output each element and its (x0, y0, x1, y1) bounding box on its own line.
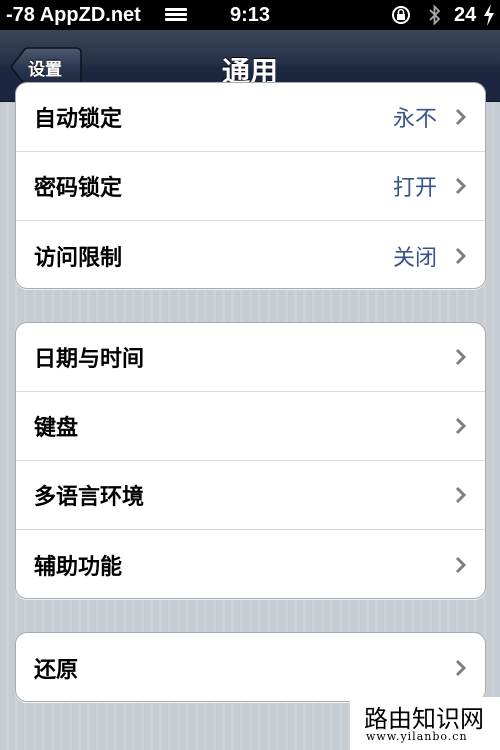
row-label: 日期与时间 (34, 347, 145, 372)
row-value: 打开 (392, 176, 437, 201)
bluetooth-icon (429, 4, 441, 26)
watermark-title: 路由知识网 (364, 705, 484, 733)
list-item-restrictions[interactable]: 访问限制 关闭 (16, 221, 485, 288)
row-label: 还原 (34, 657, 79, 683)
settings-group-reset: 还原 (15, 632, 486, 702)
watermark-url: www.yilanbo.cn (366, 730, 468, 743)
list-item-keyboard[interactable]: 键盘 (16, 392, 485, 461)
list-item-reset[interactable]: 还原 (16, 633, 485, 701)
chevron-right-icon (455, 108, 467, 126)
rotation-lock-icon (392, 6, 410, 24)
list-item-accessibility[interactable]: 辅助功能 (16, 530, 485, 598)
chevron-right-icon (455, 659, 467, 676)
battery-percent: 24 (454, 4, 477, 26)
row-label: 密码锁定 (34, 176, 123, 201)
settings-group-general: 日期与时间 键盘 多语言环境 辅助功能 (15, 322, 486, 599)
watermark: 路由知识网 www.yilanbo.cn (350, 697, 500, 750)
row-label: 多语言环境 (34, 485, 145, 510)
charging-bolt-icon (484, 4, 494, 26)
list-item-date-time[interactable]: 日期与时间 (16, 323, 485, 392)
chevron-right-icon (455, 556, 467, 573)
status-time: 9:13 (229, 4, 271, 26)
chevron-right-icon (455, 177, 467, 195)
row-label: 辅助功能 (34, 554, 123, 580)
list-item-auto-lock[interactable]: 自动锁定 永不 (16, 83, 485, 152)
settings-group-lock: 自动锁定 永不 密码锁定 打开 访问限制 关闭 (15, 82, 486, 289)
list-item-passcode-lock[interactable]: 密码锁定 打开 (16, 152, 485, 221)
row-label: 自动锁定 (34, 107, 123, 132)
row-value: 永不 (392, 107, 437, 132)
row-label: 键盘 (34, 416, 79, 441)
chevron-right-icon (455, 247, 467, 264)
chevron-right-icon (455, 348, 467, 366)
status-bar: -78 AppZD.net 9:13 24 (0, 0, 500, 30)
row-value: 关闭 (392, 245, 437, 271)
chevron-right-icon (455, 486, 467, 504)
row-label: 访问限制 (34, 245, 123, 271)
chevron-right-icon (455, 417, 467, 435)
list-item-international[interactable]: 多语言环境 (16, 461, 485, 530)
